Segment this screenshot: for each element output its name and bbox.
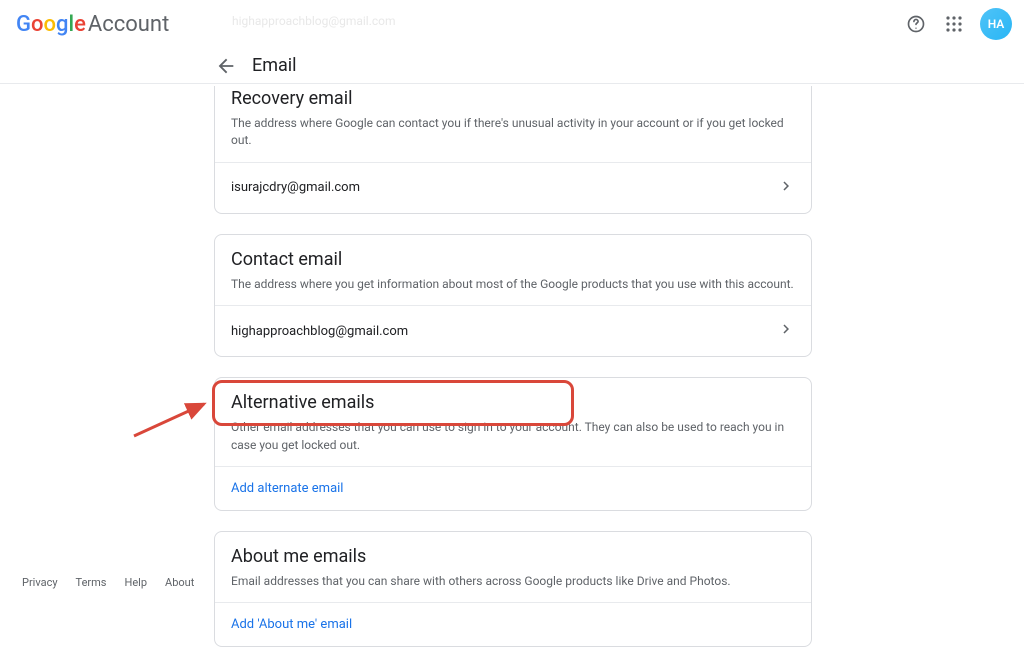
avatar-initials: HA [988,17,1005,31]
footer-privacy-link[interactable]: Privacy [22,576,58,589]
alternative-title: Alternative emails [231,392,795,413]
faded-account-email: highapproachblog@gmail.com [232,14,396,28]
recovery-email-card: Recovery email The address where Google … [214,86,812,214]
apps-grid-icon[interactable] [942,12,966,36]
alternative-desc: Other email addresses that you can use t… [231,419,795,454]
footer-about-link[interactable]: About [165,576,194,589]
footer-links: Privacy Terms Help About [22,576,194,589]
logo-product-text: Account [88,12,169,37]
add-about-me-email-link[interactable]: Add 'About me' email [215,602,811,646]
contact-email-value: highapproachblog@gmail.com [231,324,408,339]
recovery-desc: The address where Google can contact you… [231,115,795,150]
help-icon[interactable] [904,12,928,36]
profile-avatar[interactable]: HA [980,8,1012,40]
add-alternate-email-link[interactable]: Add alternate email [215,466,811,510]
alternative-emails-card: Alternative emails Other email addresses… [214,377,812,511]
contact-title: Contact email [231,249,795,270]
contact-email-card: Contact email The address where you get … [214,234,812,357]
main-content: Recovery email The address where Google … [0,84,1024,647]
contact-email-row[interactable]: highapproachblog@gmail.com [215,305,811,356]
page-title: Email [252,55,297,76]
chevron-right-icon [777,177,795,199]
about-title: About me emails [231,546,795,567]
chevron-right-icon [777,320,795,342]
about-desc: Email addresses that you can share with … [231,573,795,590]
google-account-logo[interactable]: Google Account [16,12,169,37]
recovery-email-value: isurajcdry@gmail.com [231,180,360,195]
footer-help-link[interactable]: Help [124,576,147,589]
back-arrow-icon[interactable] [214,54,238,78]
recovery-email-row[interactable]: isurajcdry@gmail.com [215,162,811,213]
top-right-actions: HA [904,8,1012,40]
sub-header: Email [0,48,1024,84]
contact-desc: The address where you get information ab… [231,276,795,293]
recovery-title: Recovery email [231,88,795,109]
about-me-emails-card: About me emails Email addresses that you… [214,531,812,647]
top-bar: Google Account highapproachblog@gmail.co… [0,0,1024,48]
footer-terms-link[interactable]: Terms [76,576,107,589]
